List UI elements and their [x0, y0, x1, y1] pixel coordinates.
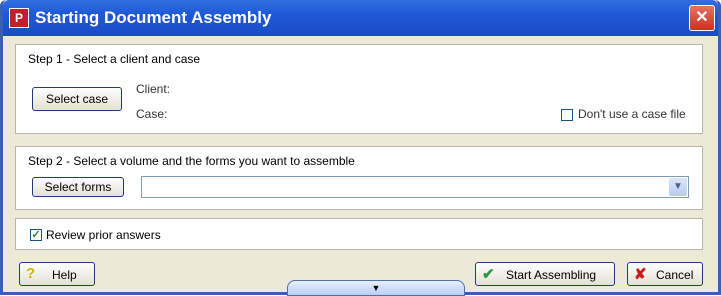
start-assembling-label: Start Assembling: [506, 268, 597, 282]
client-label: Client:: [136, 82, 171, 96]
checkmark-icon: ✔: [482, 266, 495, 283]
cancel-label: Cancel: [656, 268, 694, 282]
x-icon: ✘: [634, 266, 647, 283]
starting-document-assembly-dialog: P Starting Document Assembly ✕ Step 1 - …: [0, 0, 721, 296]
window-title: Starting Document Assembly: [35, 8, 272, 27]
review-prior-answers-checkbox[interactable]: ✓: [30, 229, 42, 241]
step2-panel: Step 2 - Select a volume and the forms y…: [15, 146, 703, 210]
expand-panel-button[interactable]: ▼: [287, 280, 465, 296]
app-icon: P: [9, 8, 29, 28]
title-bar[interactable]: P Starting Document Assembly ✕: [3, 0, 718, 36]
start-assembling-button[interactable]: ✔ Start Assembling: [475, 262, 615, 286]
forms-dropdown[interactable]: ▼: [141, 176, 689, 198]
close-icon: ✕: [695, 9, 709, 26]
select-case-button[interactable]: Select case: [32, 87, 122, 111]
help-label: Help: [52, 268, 77, 282]
triangle-down-icon: ▼: [371, 283, 381, 293]
no-case-file-checkbox[interactable]: [561, 109, 573, 121]
case-label: Case:: [136, 107, 168, 121]
review-panel: ✓ Review prior answers: [15, 218, 703, 250]
no-case-file-label[interactable]: Don't use a case file: [578, 107, 686, 121]
chevron-down-icon[interactable]: ▼: [669, 178, 687, 196]
cancel-button[interactable]: ✘ Cancel: [627, 262, 703, 286]
close-button[interactable]: ✕: [689, 5, 715, 31]
question-mark-icon: ?: [26, 265, 36, 282]
select-forms-button[interactable]: Select forms: [32, 177, 124, 197]
review-prior-answers-label[interactable]: Review prior answers: [46, 228, 161, 242]
step1-label: Step 1 - Select a client and case: [28, 52, 201, 66]
step2-label: Step 2 - Select a volume and the forms y…: [28, 154, 355, 168]
step1-panel: Step 1 - Select a client and case Select…: [15, 44, 703, 134]
help-button[interactable]: ? Help: [19, 262, 95, 286]
